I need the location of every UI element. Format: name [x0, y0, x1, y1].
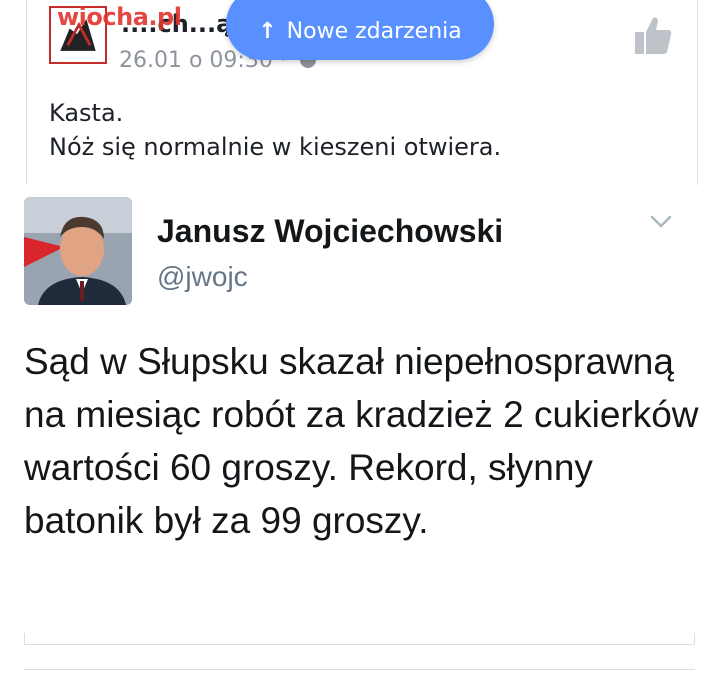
divider — [24, 669, 695, 670]
new-events-label: Nowe zdarzenia — [286, 18, 462, 44]
thumbs-up-icon[interactable] — [633, 14, 673, 56]
chevron-down-icon[interactable] — [650, 215, 672, 229]
tweet-author-handle[interactable]: @jwojc — [157, 261, 248, 293]
post-text-line: Kasta. — [49, 99, 124, 127]
watermark: wiocha.pl — [57, 3, 182, 31]
tweet-text: Sąd w Słupsku skazał niepełnosprawną na … — [24, 341, 699, 541]
card-border — [24, 633, 695, 645]
avatar[interactable] — [24, 197, 132, 305]
tweet-author-name[interactable]: Janusz Wojciechowski — [157, 213, 503, 250]
new-events-button[interactable]: ↑ Nowe zdarzenia — [226, 0, 494, 60]
post-text: Kasta. Nóż się normalnie w kieszeni otwi… — [49, 96, 501, 164]
tweet-card: Janusz Wojciechowski @jwojc Sąd w Słupsk… — [0, 185, 714, 645]
arrow-up-icon: ↑ — [258, 18, 277, 44]
post-text-line: Nóż się normalnie w kieszeni otwiera. — [49, 133, 502, 161]
